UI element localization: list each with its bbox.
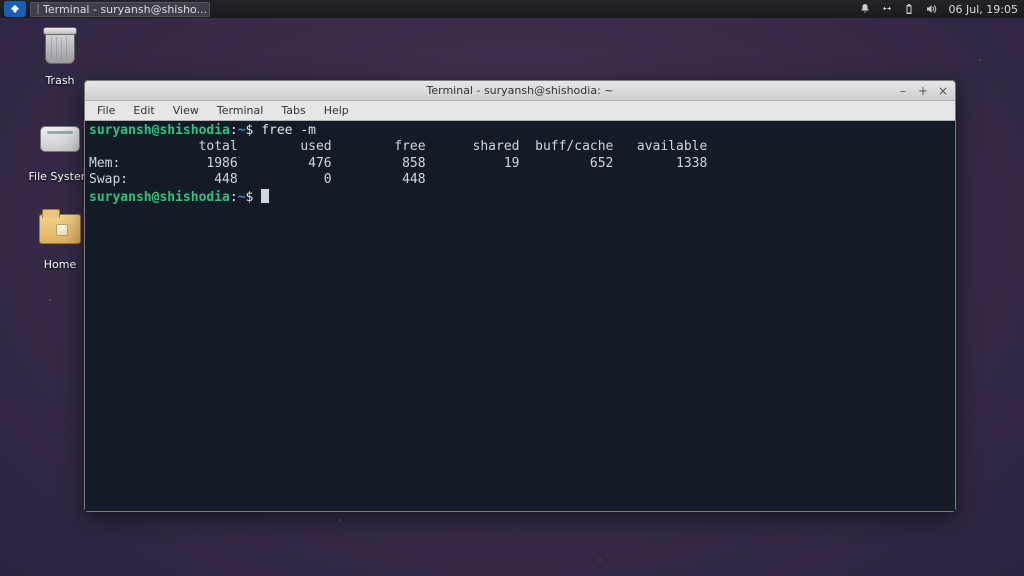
taskbar-item-label: Terminal - suryansh@shisho... <box>43 3 207 16</box>
trash-icon <box>45 30 75 64</box>
prompt-end: $ <box>246 123 262 138</box>
free-header: total used free shared buff/cache availa… <box>89 139 707 154</box>
menu-file[interactable]: File <box>89 102 123 119</box>
panel-clock[interactable]: 06 Jul, 19:05 <box>943 3 1024 16</box>
prompt-end: $ <box>246 190 262 205</box>
xfce-mouse-icon <box>10 4 20 14</box>
taskbar-item-terminal[interactable]: Terminal - suryansh@shisho... <box>30 2 210 17</box>
menu-view[interactable]: View <box>165 102 207 119</box>
free-row-mem: Mem: 1986 476 858 19 652 1338 <box>89 156 707 171</box>
terminal-icon <box>37 4 39 14</box>
window-menubar: File Edit View Terminal Tabs Help <box>85 101 955 121</box>
prompt-path: ~ <box>238 190 246 205</box>
battery-icon[interactable] <box>903 3 915 15</box>
terminal-cursor <box>261 189 269 203</box>
menu-terminal[interactable]: Terminal <box>209 102 272 119</box>
window-minimize-button[interactable]: – <box>897 85 909 97</box>
prompt-user: suryansh@shishodia <box>89 123 230 138</box>
prompt-sep: : <box>230 190 238 205</box>
terminal-command: free -m <box>261 123 316 138</box>
system-tray <box>853 3 943 15</box>
window-titlebar[interactable]: Terminal - suryansh@shishodia: ~ – + × <box>85 81 955 101</box>
terminal-window: Terminal - suryansh@shishodia: ~ – + × F… <box>84 80 956 512</box>
applications-menu-button[interactable] <box>4 1 26 17</box>
window-close-button[interactable]: × <box>937 85 949 97</box>
window-title: Terminal - suryansh@shishodia: ~ <box>427 84 614 97</box>
volume-icon[interactable] <box>925 3 937 15</box>
folder-home-icon <box>39 214 81 244</box>
notifications-icon[interactable] <box>859 3 871 15</box>
menu-edit[interactable]: Edit <box>125 102 162 119</box>
display-icon[interactable] <box>881 3 893 15</box>
prompt-path: ~ <box>238 123 246 138</box>
terminal-content[interactable]: suryansh@shishodia:~$ free -m total used… <box>85 121 955 511</box>
top-panel: Terminal - suryansh@shisho... 06 Jul, 19… <box>0 0 1024 18</box>
menu-help[interactable]: Help <box>316 102 357 119</box>
prompt-user: suryansh@shishodia <box>89 190 230 205</box>
menu-tabs[interactable]: Tabs <box>273 102 313 119</box>
window-maximize-button[interactable]: + <box>917 85 929 97</box>
drive-icon <box>40 126 80 152</box>
free-row-swap: Swap: 448 0 448 <box>89 172 426 187</box>
desktop-icon-trash[interactable]: Trash <box>20 30 100 87</box>
prompt-sep: : <box>230 123 238 138</box>
